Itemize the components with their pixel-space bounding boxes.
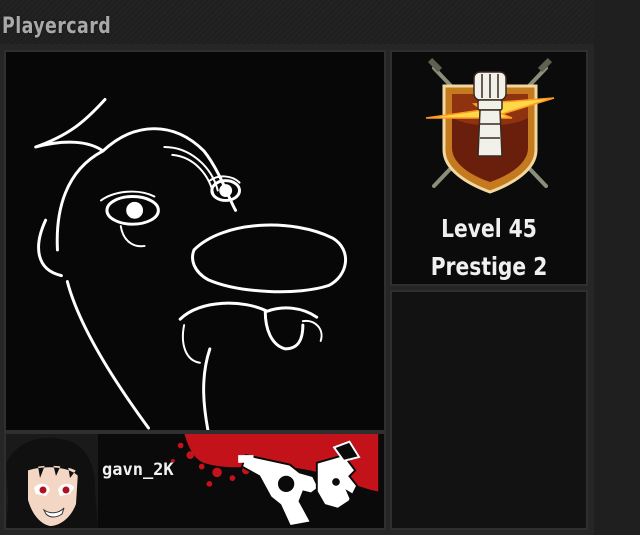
emblem-panel[interactable]: [4, 50, 386, 432]
prestige-fist-rank-icon: [425, 58, 555, 194]
calling-card[interactable]: gavn_2K: [4, 432, 386, 530]
anime-character-avatar-icon: [6, 434, 98, 528]
player-avatar: [6, 434, 98, 528]
section-title: Playercard: [2, 14, 112, 39]
rank-panel[interactable]: Level 45 Prestige 2: [390, 50, 588, 286]
prestige-label: Prestige 2: [430, 252, 548, 281]
level-label: Level 45: [441, 214, 537, 243]
gamertag: gavn_2K: [102, 460, 174, 480]
empty-slot-panel[interactable]: [390, 290, 588, 530]
cartoon-face-emblem-icon: [34, 98, 348, 430]
background-strip: [594, 0, 640, 535]
